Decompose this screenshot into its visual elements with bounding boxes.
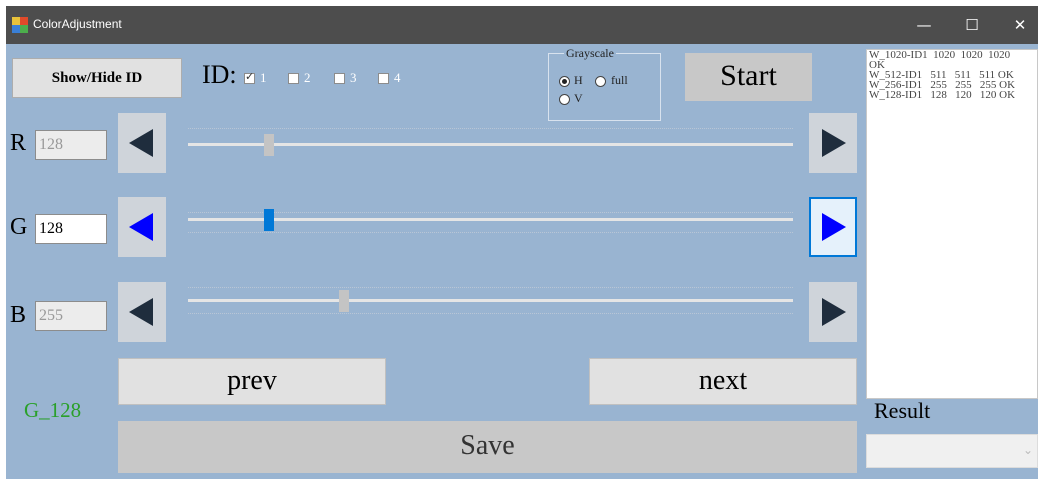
- g-decrease-button[interactable]: [118, 197, 166, 257]
- b-decrease-button[interactable]: [118, 282, 166, 342]
- grayscale-h-radio[interactable]: [559, 76, 570, 87]
- b-slider-track[interactable]: [188, 299, 793, 302]
- id-checkbox-4[interactable]: [378, 73, 389, 84]
- prev-button[interactable]: prev: [118, 358, 386, 405]
- id-checkbox-3[interactable]: [334, 73, 345, 84]
- id-checkbox-4-label: 4: [394, 70, 401, 85]
- b-increase-button[interactable]: [809, 282, 857, 342]
- arrow-right-icon: [822, 213, 846, 241]
- maximize-button[interactable]: ☐: [949, 6, 995, 44]
- id-checkbox-2-label: 2: [304, 70, 311, 85]
- title-bar: ColorAdjustment — ☐ ✕: [6, 6, 1038, 44]
- arrow-left-icon: [129, 213, 153, 241]
- r-label: R: [10, 130, 27, 156]
- log-line: W_128-ID1 128 120 120 OK: [869, 89, 1016, 101]
- id-checkbox-1-label: 1: [260, 70, 267, 85]
- log-line: W_1020-ID1 1020 1020 1020: [869, 49, 1011, 61]
- app-icon: [12, 17, 28, 33]
- save-button[interactable]: Save: [118, 421, 857, 473]
- g-slider-ticks-bottom: [188, 232, 793, 233]
- arrow-right-icon: [822, 298, 846, 326]
- g-value-input[interactable]: 128: [35, 214, 107, 244]
- r-slider-thumb[interactable]: [263, 134, 274, 156]
- id-checkbox-2[interactable]: [288, 73, 299, 84]
- g-slider-thumb[interactable]: [263, 209, 274, 231]
- chevron-down-icon: ⌄: [1022, 443, 1033, 457]
- r-increase-button[interactable]: [809, 113, 857, 173]
- b-label: B: [10, 302, 27, 328]
- arrow-right-icon: [822, 129, 846, 157]
- g-slider-track[interactable]: [188, 218, 793, 221]
- b-slider-ticks-bottom: [188, 313, 793, 314]
- id-label: ID:: [202, 60, 237, 89]
- start-button[interactable]: Start: [685, 53, 812, 101]
- show-hide-id-button[interactable]: Show/Hide ID: [12, 58, 182, 98]
- next-button[interactable]: next: [589, 358, 857, 405]
- grayscale-h-label: H: [574, 73, 583, 87]
- app-window: ColorAdjustment — ☐ ✕ Show/Hide ID ID: 1…: [6, 6, 1038, 479]
- g-label: G: [10, 214, 28, 240]
- grayscale-title: Grayscale: [564, 46, 616, 61]
- id-checkbox-1[interactable]: [244, 70, 255, 84]
- grayscale-full-label: full: [611, 73, 628, 87]
- grayscale-group: Grayscale H full V: [548, 46, 661, 121]
- log-textbox[interactable]: W_1020-ID1 1020 1020 1020 OK W_512-ID1 511…: [866, 49, 1038, 399]
- result-label: Result: [874, 398, 931, 423]
- r-value-input[interactable]: 128: [35, 130, 107, 160]
- arrow-left-icon: [129, 129, 153, 157]
- current-status-label: G_128: [24, 398, 82, 422]
- b-value-input[interactable]: 255: [35, 301, 107, 331]
- minimize-button[interactable]: —: [901, 6, 947, 44]
- result-dropdown[interactable]: ⌄: [866, 434, 1038, 468]
- window-title: ColorAdjustment: [33, 17, 122, 31]
- id-checkbox-3-label: 3: [350, 70, 357, 85]
- arrow-left-icon: [129, 298, 153, 326]
- grayscale-v-label: V: [574, 91, 583, 105]
- r-slider-ticks: [188, 128, 793, 129]
- grayscale-v-radio[interactable]: [559, 94, 570, 105]
- r-slider-track[interactable]: [188, 143, 793, 146]
- close-button[interactable]: ✕: [997, 6, 1038, 44]
- b-slider-ticks: [188, 287, 793, 288]
- g-slider-ticks: [188, 212, 793, 213]
- r-decrease-button[interactable]: [118, 113, 166, 173]
- b-slider-thumb[interactable]: [338, 290, 349, 312]
- grayscale-full-radio[interactable]: [595, 76, 606, 87]
- g-increase-button[interactable]: [809, 197, 857, 257]
